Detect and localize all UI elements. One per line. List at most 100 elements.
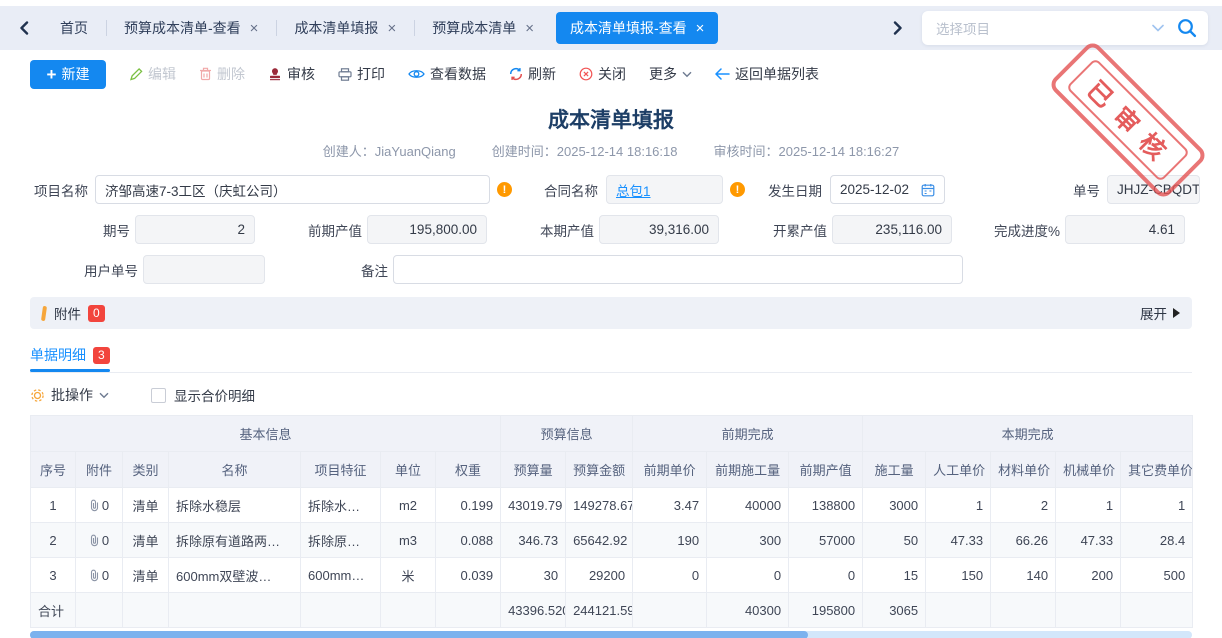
date-field[interactable]: 2025-12-02 <box>830 175 945 204</box>
cell[interactable]: 2 <box>31 523 76 558</box>
cell[interactable]: 1 <box>1121 488 1193 523</box>
cell[interactable]: 3000 <box>863 488 926 523</box>
total-cell <box>169 593 301 628</box>
tab-label: 预算成本清单 <box>432 18 516 38</box>
cell[interactable]: 140 <box>991 558 1056 593</box>
column-header: 预算金额 <box>566 452 633 488</box>
scrollbar-thumb[interactable] <box>30 631 808 638</box>
tab-2[interactable]: 成本清单填报× <box>276 6 414 50</box>
cell[interactable]: 3 <box>31 558 76 593</box>
cell[interactable]: 29200 <box>566 558 633 593</box>
cell[interactable]: 3.47 <box>633 488 707 523</box>
cell[interactable]: 40000 <box>707 488 789 523</box>
batch-ops-button[interactable]: 批操作 <box>30 385 109 405</box>
cell[interactable]: 2 <box>991 488 1056 523</box>
cell[interactable]: 拆除水… <box>301 488 381 523</box>
cur-output-field: 39,316.00 <box>599 215 719 244</box>
table-row-3[interactable]: 30清单600mm双壁波…600mm…米0.039302920000015150… <box>31 558 1193 593</box>
cell[interactable]: 清单 <box>123 523 169 558</box>
tab-close-icon[interactable]: × <box>696 20 705 37</box>
cell[interactable]: 1 <box>1056 488 1121 523</box>
tab-1[interactable]: 预算成本清单-查看× <box>106 6 276 50</box>
cell[interactable]: 200 <box>1056 558 1121 593</box>
project-select[interactable]: 选择项目 <box>922 11 1208 45</box>
cell[interactable]: 65642.92 <box>566 523 633 558</box>
cell[interactable]: 0 <box>76 558 123 593</box>
cell[interactable]: 0 <box>789 558 863 593</box>
cell[interactable]: 0 <box>633 558 707 593</box>
calendar-icon[interactable] <box>921 183 935 197</box>
new-button[interactable]: + 新建 <box>30 60 106 89</box>
delete-button[interactable]: 删除 <box>199 64 245 84</box>
checkbox-icon[interactable] <box>151 388 166 403</box>
cell[interactable]: 15 <box>863 558 926 593</box>
search-icon[interactable] <box>1176 17 1198 39</box>
horizontal-scrollbar[interactable] <box>30 631 1192 638</box>
triangle-right-icon <box>1173 308 1180 318</box>
cell[interactable]: 0 <box>76 488 123 523</box>
cell[interactable]: 拆除原… <box>301 523 381 558</box>
refresh-button[interactable]: 刷新 <box>509 64 556 84</box>
cell[interactable]: 0.199 <box>436 488 501 523</box>
close-button[interactable]: 关闭 <box>579 64 626 84</box>
cell[interactable]: 清单 <box>123 488 169 523</box>
cell[interactable]: 拆除水稳层 <box>169 488 301 523</box>
cell[interactable]: 47.33 <box>1056 523 1121 558</box>
cell[interactable]: 拆除原有道路两… <box>169 523 301 558</box>
warning-icon: ! <box>497 182 512 197</box>
scroll-tabs-left-icon[interactable] <box>14 18 34 38</box>
cell[interactable]: 190 <box>633 523 707 558</box>
cell[interactable]: 47.33 <box>926 523 991 558</box>
print-button[interactable]: 打印 <box>338 64 385 84</box>
tab-3[interactable]: 预算成本清单 × <box>414 6 552 50</box>
table-row-1[interactable]: 10清单拆除水稳层拆除水…m20.19943019.79149278.673.4… <box>31 488 1193 523</box>
table-row-2[interactable]: 20清单拆除原有道路两…拆除原…m30.088346.7365642.92190… <box>31 523 1193 558</box>
show-subtotal-checkbox[interactable]: 显示合价明细 <box>151 385 255 405</box>
cell[interactable]: 57000 <box>789 523 863 558</box>
tab-4[interactable]: 成本清单填报-查看× <box>556 12 718 44</box>
cell[interactable]: 149278.67 <box>566 488 633 523</box>
remark-field[interactable] <box>393 255 963 284</box>
cell[interactable]: 150 <box>926 558 991 593</box>
tab-detail-list[interactable]: 单据明细 3 <box>30 342 110 370</box>
cell[interactable]: 0.088 <box>436 523 501 558</box>
cell[interactable]: 600mm… <box>301 558 381 593</box>
expand-button[interactable]: 展开 <box>1140 303 1180 323</box>
cell[interactable]: 346.73 <box>501 523 566 558</box>
cell[interactable]: 清单 <box>123 558 169 593</box>
scroll-tabs-right-icon[interactable] <box>888 18 908 38</box>
cell[interactable]: 43019.79 <box>501 488 566 523</box>
cell[interactable]: 1 <box>926 488 991 523</box>
cell[interactable]: 50 <box>863 523 926 558</box>
more-button[interactable]: 更多 <box>649 64 692 84</box>
period-label: 期号 <box>33 220 130 240</box>
cell[interactable]: m2 <box>381 488 436 523</box>
tab-close-icon[interactable]: × <box>525 20 534 37</box>
close-circle-icon <box>579 67 593 81</box>
cell[interactable]: 138800 <box>789 488 863 523</box>
cell[interactable]: 1 <box>31 488 76 523</box>
cell[interactable]: 500 <box>1121 558 1193 593</box>
edit-button[interactable]: 编辑 <box>129 64 176 84</box>
cell[interactable]: m3 <box>381 523 436 558</box>
cell[interactable]: 300 <box>707 523 789 558</box>
cell[interactable]: 600mm双壁波… <box>169 558 301 593</box>
cell[interactable]: 66.26 <box>991 523 1056 558</box>
cell[interactable]: 30 <box>501 558 566 593</box>
chevron-down-icon[interactable] <box>1152 24 1164 32</box>
audit-button[interactable]: 审核 <box>268 64 315 84</box>
cell[interactable]: 0.039 <box>436 558 501 593</box>
cell[interactable]: 米 <box>381 558 436 593</box>
cell[interactable]: 0 <box>707 558 789 593</box>
cell[interactable]: 28.4 <box>1121 523 1193 558</box>
project-name-field[interactable]: 济邹高速7-3工区（庆虹公司） <box>95 175 490 204</box>
tab-close-icon[interactable]: × <box>387 20 396 37</box>
back-to-list-button[interactable]: 返回单据列表 <box>715 64 819 84</box>
attachment-bar[interactable]: 附件 0 展开 <box>30 297 1192 329</box>
tab-close-icon[interactable]: × <box>250 20 259 37</box>
contract-name-field[interactable]: 总包1 <box>606 175 723 204</box>
contract-link[interactable]: 总包1 <box>616 180 651 200</box>
cell[interactable]: 0 <box>76 523 123 558</box>
view-data-button[interactable]: 查看数据 <box>408 64 486 84</box>
tab-0[interactable]: 首页 <box>42 6 106 50</box>
